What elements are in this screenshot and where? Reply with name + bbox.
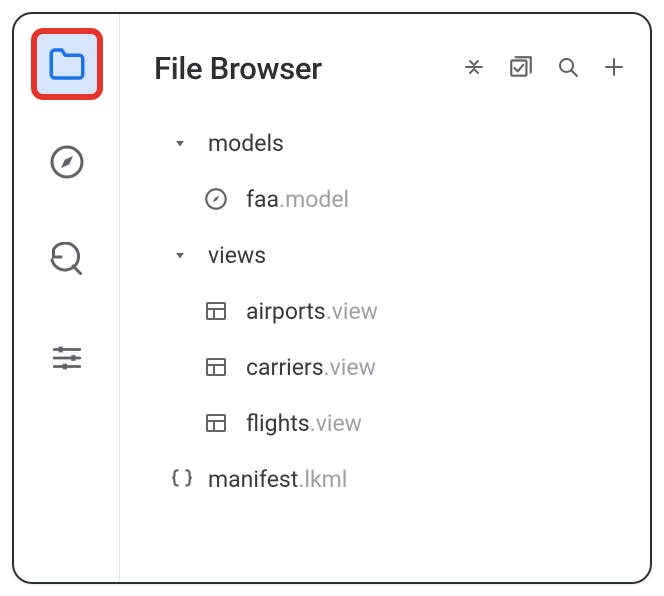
bulk-actions-button[interactable]	[508, 54, 534, 84]
app-window: File Browser	[12, 12, 652, 584]
plus-icon	[602, 55, 626, 83]
tree-file[interactable]: flights.view	[154, 395, 626, 451]
panel-title: File Browser	[154, 50, 322, 87]
table-icon	[202, 411, 230, 435]
collapse-icon	[462, 55, 486, 83]
search-icon	[556, 55, 580, 83]
tree-file[interactable]: carriers.view	[154, 339, 626, 395]
tree-file[interactable]: manifest.lkml	[154, 451, 626, 507]
tree-folder[interactable]: models	[154, 115, 626, 171]
add-button[interactable]	[602, 55, 626, 83]
tree-node-label: airports	[246, 298, 326, 325]
tree-node-label: carriers	[246, 354, 324, 381]
file-tree: models faa.model views	[154, 115, 626, 507]
tree-node-ext: .view	[324, 354, 376, 381]
table-icon	[202, 299, 230, 323]
tree-node-ext: .view	[326, 298, 378, 325]
tree-file[interactable]: airports.view	[154, 283, 626, 339]
sidebar-item-settings[interactable]	[31, 322, 103, 394]
tree-file[interactable]: faa.model	[154, 171, 626, 227]
checklist-icon	[508, 54, 534, 84]
folder-icon	[46, 43, 88, 85]
tree-node-label: models	[208, 130, 284, 157]
tree-node-label: manifest	[208, 466, 298, 493]
compass-icon	[202, 186, 230, 212]
header-actions	[462, 54, 626, 84]
tree-folder[interactable]: views	[154, 227, 626, 283]
search-button[interactable]	[556, 55, 580, 83]
tree-node-ext: .lkml	[298, 466, 347, 493]
tree-node-label: flights	[246, 410, 310, 437]
collapse-button[interactable]	[462, 55, 486, 83]
sidebar-item-object-browser[interactable]	[31, 126, 103, 198]
braces-icon	[168, 466, 196, 492]
left-sidebar	[14, 14, 120, 582]
sidebar-item-git[interactable]	[31, 224, 103, 296]
panel-header: File Browser	[154, 34, 626, 115]
compass-icon	[49, 144, 85, 180]
tree-node-label: views	[208, 242, 266, 269]
table-icon	[202, 355, 230, 379]
tree-node-ext: .model	[279, 186, 349, 213]
tree-node-label: faa	[246, 186, 279, 213]
history-search-icon	[49, 242, 85, 278]
chevron-down-icon	[168, 135, 192, 151]
sidebar-item-file-browser[interactable]	[31, 28, 103, 100]
chevron-down-icon	[168, 247, 192, 263]
sliders-icon	[50, 341, 84, 375]
main-panel: File Browser	[120, 14, 650, 582]
tree-node-ext: .view	[310, 410, 362, 437]
